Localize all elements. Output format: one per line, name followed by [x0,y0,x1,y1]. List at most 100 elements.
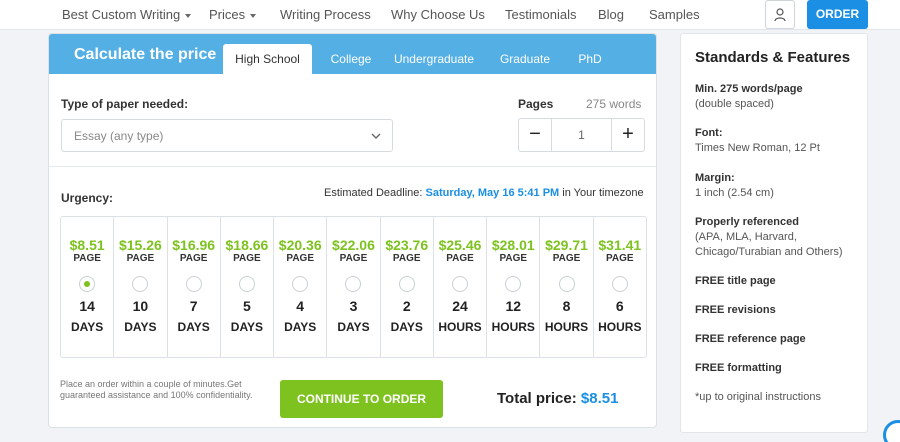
nav-testimonials[interactable]: Testimonials [505,7,577,22]
standard-heading: Margin: [695,172,735,184]
urgency-option[interactable]: $18.66 PAGE 5 DAYS [221,217,275,357]
standard-text: Times New Roman, 12 Pt [695,142,820,154]
calculator-title: Calculate the price [74,46,217,63]
urgency-option[interactable]: $22.06 PAGE 3 DAYS [327,217,381,357]
option-duration-value: 24 [452,298,468,314]
free-feature: FREE formatting [695,362,782,374]
urgency-option[interactable]: $25.46 PAGE 24 HOURS [434,217,488,357]
nav-why-choose-us[interactable]: Why Choose Us [391,7,485,22]
urgency-option[interactable]: $15.26 PAGE 10 DAYS [114,217,168,357]
urgency-label: Urgency: [61,191,114,205]
urgency-radio[interactable] [611,276,628,292]
urgency-radio[interactable] [345,276,362,292]
option-price: $22.06 [332,237,375,253]
section-divider [49,166,656,167]
free-feature: FREE reference page [695,333,806,345]
nav-blog[interactable]: Blog [598,7,624,22]
option-duration-unit: HOURS [491,320,535,334]
tab-phd[interactable]: PhD [569,44,611,74]
urgency-option[interactable]: $16.96 PAGE 7 DAYS [168,217,221,357]
nav-writing-process[interactable]: Writing Process [280,7,371,22]
option-per-page: PAGE [233,253,261,264]
urgency-radio[interactable] [451,276,468,292]
option-price: $20.36 [278,237,322,253]
deadline-suffix: in Your timezone [562,187,644,199]
option-duration-value: 3 [349,298,358,314]
nav-best-custom-writing[interactable]: Best Custom Writing [62,7,192,22]
nav-label: Best Custom Writing [62,7,181,22]
option-duration-value: 6 [615,298,624,314]
standards-panel: Standards & Features Min. 275 words/page… [680,33,868,433]
decrease-pages-button[interactable]: − [519,119,552,151]
top-navigation: Best Custom Writing Prices Writing Proce… [0,0,900,30]
nav-label: Prices [209,7,246,22]
paper-type-select[interactable]: Essay (any type) [61,119,393,152]
option-duration-value: 2 [402,298,411,314]
tab-high-school[interactable]: High School [223,44,312,74]
standard-heading: Min. 275 words/page [695,83,803,95]
pages-label: Pages [518,97,554,111]
total-price-label: Total price: [497,390,577,407]
option-price: $23.76 [385,237,429,253]
urgency-option[interactable]: $28.01 PAGE 12 HOURS [487,217,541,357]
urgency-radio[interactable] [398,276,415,292]
urgency-option[interactable]: $23.76 PAGE 2 DAYS [381,217,434,357]
urgency-grid: $8.51 PAGE 14 DAYS $15.26 PAGE 10 DAYS $16.96 PAG… [60,216,647,358]
option-duration-unit: HOURS [544,320,589,334]
increase-pages-button[interactable]: + [611,119,644,151]
option-duration-value: 8 [562,298,571,314]
caret-down-icon [185,13,192,18]
estimated-deadline: Estimated Deadline: Saturday, May 16 5:4… [324,187,644,199]
standard-text: (APA, MLA, Harvard, Chicago/Turabian and… [695,231,843,258]
option-duration-value: 4 [296,298,305,314]
free-feature: FREE title page [695,275,776,287]
chat-widget-button[interactable] [883,420,900,442]
urgency-radio[interactable] [185,276,202,292]
urgency-option[interactable]: $20.36 PAGE 4 DAYS [274,217,328,357]
option-per-page: PAGE [392,253,421,264]
total-price-value: $8.51 [580,390,619,407]
option-price: $15.26 [118,237,162,253]
option-per-page: PAGE [605,253,634,264]
urgency-radio[interactable] [505,276,522,292]
urgency-option[interactable]: $31.41 PAGE 6 HOURS [594,217,646,357]
option-per-page: PAGE [286,253,314,264]
footnote: *up to original instructions [695,391,821,403]
option-duration-value: 14 [79,298,95,314]
option-duration-unit: DAYS [390,320,423,334]
urgency-radio[interactable] [558,276,575,292]
option-per-page: PAGE [179,253,208,264]
option-duration-unit: HOURS [598,320,642,334]
deadline-prefix: Estimated Deadline: [324,187,423,199]
tab-undergraduate[interactable]: Undergraduate [389,44,479,74]
tab-college[interactable]: College [317,44,385,74]
option-duration-value: 7 [189,298,198,314]
order-button[interactable]: ORDER [807,0,868,29]
pages-input[interactable]: 1 [553,119,610,151]
urgency-radio[interactable] [132,276,149,292]
standard-heading: Properly referenced [695,216,799,228]
nav-prices[interactable]: Prices [209,7,257,22]
user-account-button[interactable] [765,0,795,29]
urgency-radio[interactable] [292,276,309,292]
urgency-option[interactable]: $8.51 PAGE 14 DAYS [61,217,115,357]
continue-to-order-button[interactable]: CONTINUE TO ORDER [280,380,443,418]
paper-type-value: Essay (any type) [74,129,164,143]
option-per-page: PAGE [552,253,581,264]
option-per-page: PAGE [446,253,474,264]
nav-samples[interactable]: Samples [649,7,700,22]
price-calculator: Calculate the price High School College … [48,33,657,428]
option-price: $31.41 [598,237,642,253]
urgency-radio[interactable] [238,276,255,292]
tab-graduate[interactable]: Graduate [489,44,561,74]
option-price: $29.71 [545,237,588,253]
option-duration-unit: HOURS [438,320,482,334]
chevron-down-icon [371,133,381,139]
option-per-page: PAGE [126,253,155,264]
option-per-page: PAGE [499,253,528,264]
urgency-option[interactable]: $29.71 PAGE 8 HOURS [540,217,594,357]
urgency-radio[interactable] [79,276,96,292]
option-price: $8.51 [69,237,105,253]
option-duration-unit: DAYS [71,320,104,334]
option-duration-unit: DAYS [230,320,264,334]
